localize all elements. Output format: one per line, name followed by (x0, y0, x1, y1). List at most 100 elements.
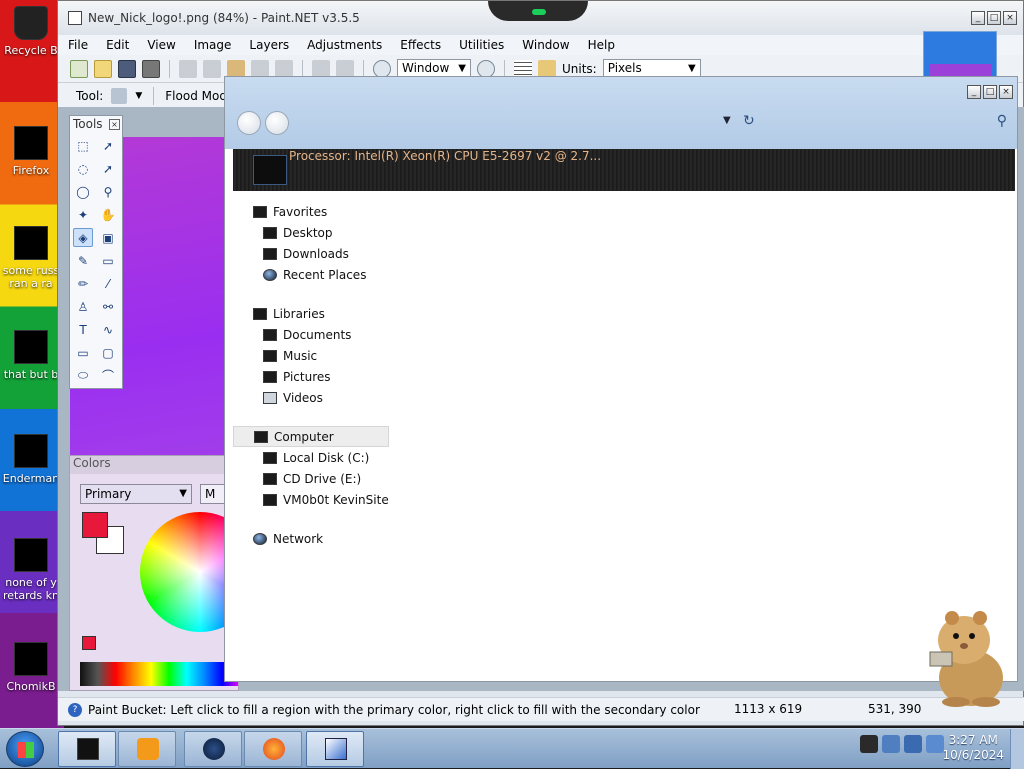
nav-recent-places[interactable]: Recent Places (233, 264, 1013, 285)
nav-network[interactable]: Network (233, 528, 1013, 549)
ellipse-select-tool[interactable]: ◯ (73, 182, 93, 201)
print-icon[interactable] (142, 59, 160, 78)
explorer-close-button[interactable]: × (999, 85, 1013, 99)
taskbar-item-firefox[interactable] (244, 731, 302, 767)
ellipse-tool[interactable]: ⬭ (73, 366, 93, 385)
refresh-icon[interactable]: ↻ (743, 113, 755, 129)
taskbar-item-paintnet[interactable] (306, 731, 364, 767)
rounded-rectangle-tool[interactable]: ▢ (98, 343, 118, 362)
ruler-icon[interactable] (538, 59, 556, 78)
taskbar-item-explorer[interactable] (58, 731, 116, 767)
pan-tool[interactable]: ✋ (98, 205, 118, 224)
desktop-icon-firefox[interactable]: Firefox (0, 126, 62, 177)
system-clock[interactable]: 3:27 AM 10/6/2024 (942, 733, 1004, 763)
explorer-titlebar[interactable]: _ □ × ▼ ↻ ⚲ (225, 77, 1017, 149)
gradient-tool[interactable]: ▣ (98, 228, 118, 247)
start-button[interactable] (6, 731, 44, 767)
desktop-icon-recycle-bin[interactable]: Recycle B (0, 6, 62, 57)
color-palette[interactable] (80, 662, 238, 686)
nav-documents[interactable]: Documents (233, 324, 1013, 345)
tray-app-icon[interactable] (882, 735, 900, 753)
paintnet-titlebar[interactable]: New_Nick_logo!.png (84%) - Paint.NET v3.… (58, 1, 1023, 35)
nav-downloads[interactable]: Downloads (233, 243, 1013, 264)
taskbar-item-media-player[interactable] (118, 731, 176, 767)
back-button[interactable] (237, 111, 261, 135)
cut-icon[interactable] (179, 59, 197, 78)
paint-bucket-icon[interactable] (111, 87, 128, 104)
desktop-icon-enderman[interactable]: Enderman (0, 434, 62, 485)
desktop-icon-chomik[interactable]: ChomikB (0, 642, 62, 693)
nav-music[interactable]: Music (233, 345, 1013, 366)
magic-wand-tool[interactable]: ✦ (73, 205, 93, 224)
show-desktop-button[interactable] (1010, 729, 1024, 769)
desktop-icon-none-of-y[interactable]: none of y retards kn (0, 538, 62, 602)
nav-cd-drive[interactable]: CD Drive (E:) (233, 468, 1013, 489)
rectangle-tool[interactable]: ▭ (73, 343, 93, 362)
crop-icon[interactable] (251, 59, 269, 78)
nav-network-drive[interactable]: VM0b0t KevinSite (233, 489, 1013, 510)
paste-icon[interactable] (227, 59, 245, 78)
explorer-minimize-button[interactable]: _ (967, 85, 981, 99)
nav-computer[interactable]: Computer (233, 426, 389, 447)
nav-pictures[interactable]: Pictures (233, 366, 1013, 387)
color-picker-tool[interactable]: ⁄ (98, 274, 118, 293)
close-button[interactable]: × (1003, 11, 1017, 25)
explorer-maximize-button[interactable]: □ (983, 85, 997, 99)
nav-favorites[interactable]: Favorites (233, 201, 1013, 222)
menu-image[interactable]: Image (194, 38, 232, 52)
zoom-out-icon[interactable] (373, 59, 391, 78)
freeform-shape-tool[interactable]: ⌒ (98, 366, 118, 385)
save-icon[interactable] (118, 59, 136, 78)
eraser-tool[interactable]: ▭ (98, 251, 118, 270)
zoom-tool[interactable]: ⚲ (98, 182, 118, 201)
paint-bucket-tool[interactable]: ◈ (73, 228, 93, 247)
menu-effects[interactable]: Effects (400, 38, 441, 52)
chevron-down-icon[interactable]: ▼ (135, 91, 142, 101)
recolor-tool[interactable]: ⚯ (98, 297, 118, 316)
paintbrush-tool[interactable]: ✎ (73, 251, 93, 270)
clone-stamp-tool[interactable]: ♙ (73, 297, 93, 316)
minimize-button[interactable]: _ (971, 11, 985, 25)
open-folder-icon[interactable] (94, 59, 112, 78)
redo-icon[interactable] (336, 59, 354, 78)
palette-primary-swatch[interactable] (82, 636, 96, 650)
grid-icon[interactable] (514, 59, 532, 78)
menu-utilities[interactable]: Utilities (459, 38, 504, 52)
menu-help[interactable]: Help (588, 38, 615, 52)
hamster-desktop-pet[interactable] (916, 600, 1016, 710)
desktop-icon-some-russ[interactable]: some russ ran a ra (0, 226, 62, 290)
move-selected-tool[interactable]: ➚ (98, 136, 118, 155)
address-dropdown-icon[interactable]: ▼ (723, 115, 731, 126)
menu-adjustments[interactable]: Adjustments (307, 38, 382, 52)
nav-videos[interactable]: Videos (233, 387, 1013, 408)
nav-libraries[interactable]: Libraries (233, 303, 1013, 324)
primary-color-swatch[interactable] (82, 512, 108, 538)
maximize-button[interactable]: □ (987, 11, 1001, 25)
pencil-tool[interactable]: ✏ (73, 274, 93, 293)
primary-select[interactable]: Primary ▼ (80, 484, 192, 504)
new-file-icon[interactable] (70, 59, 88, 78)
taskbar-item-browser[interactable] (184, 731, 242, 767)
tools-close-icon[interactable]: × (109, 118, 120, 130)
lasso-tool[interactable]: ◌ (73, 159, 93, 178)
zoom-in-icon[interactable] (477, 59, 495, 78)
search-icon[interactable]: ⚲ (997, 113, 1007, 129)
menu-window[interactable]: Window (522, 38, 569, 52)
desktop-icon-that-but[interactable]: that but b (0, 330, 62, 381)
nav-desktop[interactable]: Desktop (233, 222, 1013, 243)
tray-expand-icon[interactable] (860, 735, 878, 753)
move-selection-tool[interactable]: ➚ (98, 159, 118, 178)
forward-button[interactable] (265, 111, 289, 135)
menu-file[interactable]: File (68, 38, 88, 52)
menu-edit[interactable]: Edit (106, 38, 129, 52)
network-tray-icon[interactable] (904, 735, 922, 753)
menu-view[interactable]: View (147, 38, 175, 52)
menu-layers[interactable]: Layers (249, 38, 289, 52)
deselect-icon[interactable] (275, 59, 293, 78)
image-thumbnail[interactable] (923, 31, 997, 77)
rect-select-tool[interactable]: ⬚ (73, 136, 93, 155)
text-tool[interactable]: T (73, 320, 93, 339)
copy-icon[interactable] (203, 59, 221, 78)
nav-local-disk[interactable]: Local Disk (C:) (233, 447, 1013, 468)
line-curve-tool[interactable]: ∿ (98, 320, 118, 339)
